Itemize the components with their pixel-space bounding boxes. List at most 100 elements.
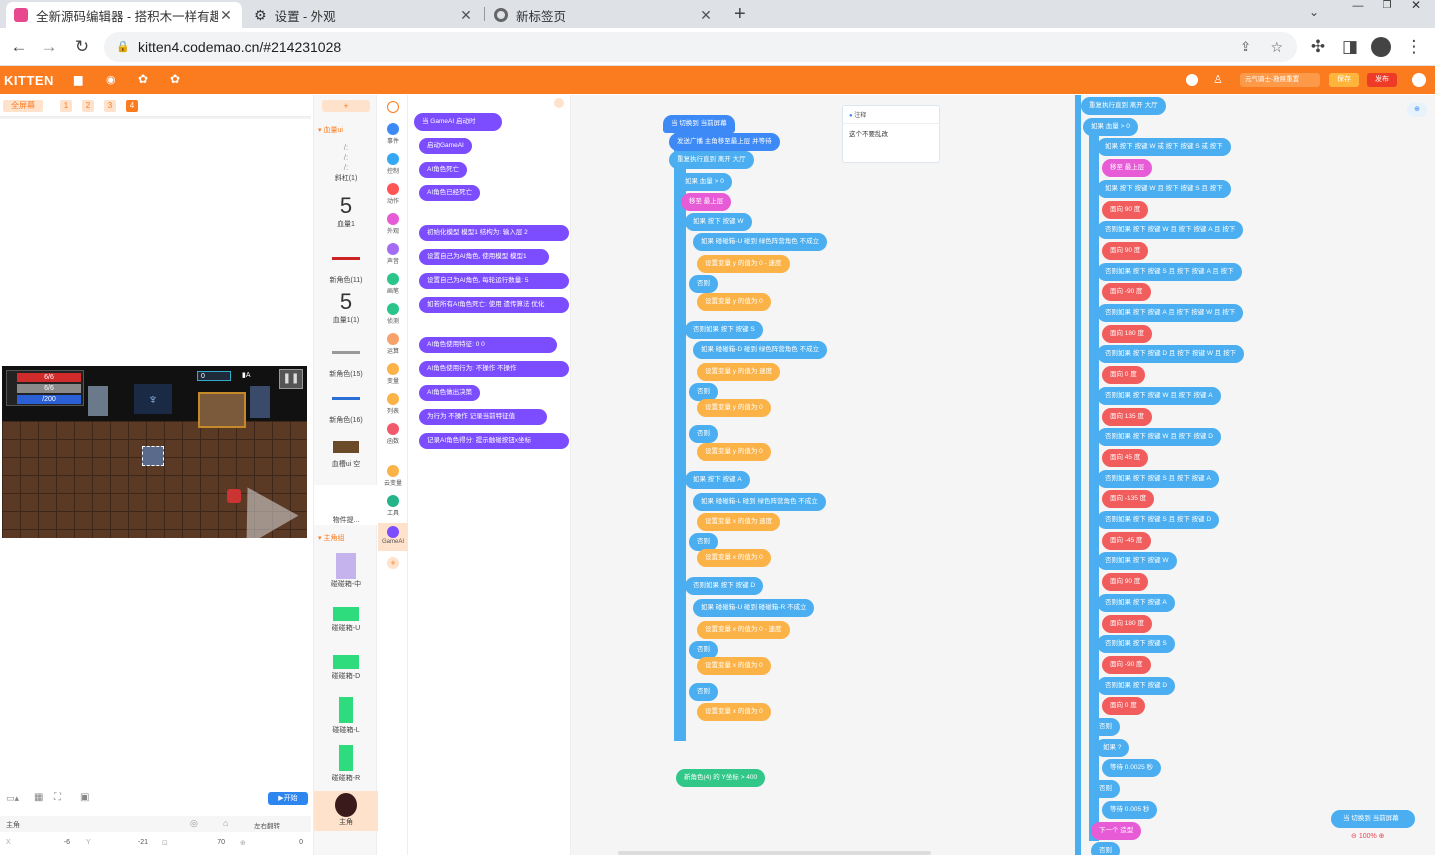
palette-block[interactable]: 设置自己为AI角色, 每轮运行数量: 5 [419, 273, 569, 289]
category-functions[interactable]: 函数 [378, 423, 408, 445]
category-event[interactable]: 事件 [378, 123, 408, 145]
expand-icon[interactable]: ⛶ [54, 792, 61, 803]
palette-block[interactable]: 为行为 不操作 记录当前特征值 [419, 409, 547, 425]
code-block[interactable]: 设置变量 y 的值为 0 [697, 399, 771, 417]
tab-settings[interactable]: ⚙ 设置 - 外观 ✕ [246, 2, 482, 28]
extensions-icon[interactable]: ✣ [1307, 36, 1329, 58]
sprite-item[interactable]: 碰碰箱-U [314, 607, 378, 633]
code-block[interactable]: 面向 0 度 [1102, 697, 1145, 716]
code-block[interactable]: 如果 碰碰箱-D 碰到 绿色阵营角色 不成立 [693, 341, 828, 359]
group-header[interactable]: ▾ 血量ui [314, 125, 378, 135]
workspace-search-icon[interactable]: ⊕ [1407, 103, 1427, 117]
category-control[interactable]: 控制 [378, 153, 408, 175]
category-sound[interactable]: 声音 [378, 243, 408, 265]
palette-block[interactable]: AI角色使用行为: 不操作 不操作 [419, 361, 569, 377]
back-icon[interactable]: ← [8, 36, 30, 58]
category-pen[interactable]: 画笔 [378, 273, 408, 295]
code-block[interactable]: 否则如果 按下 按键 S [1097, 635, 1175, 654]
category-motion[interactable]: 动作 [378, 183, 408, 205]
menu-icon[interactable]: ⋮ [1403, 36, 1425, 58]
tab-editor[interactable]: 全新源码编辑器 - 搭积木一样有趣 ✕ [6, 2, 242, 28]
code-block[interactable]: 面向 0 度 [1102, 366, 1145, 385]
sprite-item[interactable]: 新角色(11) [314, 251, 378, 285]
palette-collapse-icon[interactable] [554, 98, 564, 108]
scene-tab-3[interactable]: 3 [104, 100, 116, 112]
category-operators[interactable]: 运算 [378, 333, 408, 355]
scene-tab-2[interactable]: 2 [82, 100, 94, 112]
code-block[interactable]: 设置变量 x 的值为 0 [697, 657, 771, 675]
pause-icon[interactable]: ❚❚ [279, 369, 303, 389]
code-block[interactable]: 如果 按下 按键 W 且 按下 按键 S 且 按下 [1097, 179, 1231, 198]
sprite-item[interactable]: 碰碰箱-L [314, 697, 378, 735]
category-lists[interactable]: 列表 [378, 393, 408, 415]
horizontal-scrollbar[interactable] [618, 851, 931, 855]
x-field[interactable]: -6 [50, 839, 70, 846]
code-block[interactable]: 如果 ? [1095, 738, 1130, 757]
publish-button[interactable]: 发布 [1367, 73, 1397, 87]
code-block[interactable]: 面向 135 度 [1102, 407, 1152, 426]
palette-block[interactable]: 如若所有AI角色死亡: 使用 遗传算法 优化 [419, 297, 569, 313]
code-block[interactable]: 否则如果 按下 按键 D [1097, 676, 1176, 695]
code-block[interactable]: 设置变量 x 的值为 0 [697, 703, 771, 721]
category-looks[interactable]: 外观 [378, 213, 408, 235]
code-block[interactable]: 否则如果 按下 按键 A 且 按下 按键 W 且 按下 [1097, 304, 1244, 322]
add-sprite-button[interactable]: + [322, 100, 370, 112]
code-block[interactable]: 如果 按下 按键 A [685, 471, 750, 489]
tools-icon[interactable]: ✿ [138, 72, 148, 86]
sprite-item[interactable]: 碰碰箱-R [314, 745, 378, 783]
palette-block[interactable]: AI角色做出决策 [419, 385, 481, 401]
camera-icon[interactable]: ▭▴ [6, 793, 19, 804]
y-field[interactable]: -21 [128, 839, 148, 846]
category-cloud-variables[interactable]: 云变量 [378, 465, 408, 487]
code-block[interactable]: 否则如果 按下 按键 W 且 按下 按键 D [1097, 428, 1221, 447]
sprite-item[interactable]: 血槽ui 空 [314, 439, 378, 469]
code-block[interactable]: 移至 最上层 [681, 193, 732, 211]
collab-icon[interactable]: ♙ [1213, 73, 1223, 86]
palette-block[interactable]: 记录AI角色得分: 提示触碰按钮x坐标 [419, 433, 569, 449]
category-variables[interactable]: 变量 [378, 363, 408, 385]
game-stage[interactable]: 6/6 6/6 /200 0 ▮A ❚❚ ♆ [2, 366, 307, 538]
user-icon[interactable] [1186, 74, 1198, 86]
search-icon[interactable] [378, 101, 408, 114]
close-icon[interactable]: ✕ [218, 7, 234, 24]
sprite-item[interactable]: 碰碰箱-D [314, 655, 378, 681]
code-workspace[interactable]: 当 切换到 当前屏幕 发送广播 主角移至最上层 并等待 重复执行直到 离开 大厅 如果… [571, 95, 1435, 855]
code-block[interactable]: 如果 碰碰箱-U 碰到 绿色阵营角色 不成立 [693, 233, 828, 251]
code-block[interactable]: 设置变量 y 的值为 0 [697, 293, 771, 311]
code-block[interactable]: 面向 180 度 [1102, 324, 1152, 343]
comment-box[interactable]: ● 注释 这个不要乱改 [842, 105, 940, 163]
scene-tab-1[interactable]: 1 [60, 100, 72, 112]
lock-icon[interactable]: ⌂ [223, 818, 228, 828]
group-header[interactable]: ▾ 主角组 [314, 533, 378, 543]
sprite-item[interactable]: 5 血量1(1) [314, 289, 378, 325]
code-block[interactable]: 设置变量 y 的值为 0 [697, 443, 771, 461]
code-block[interactable]: 设置变量 y 的值为 速度 [697, 363, 781, 381]
code-block[interactable]: 等待 0.005 秒 [1102, 800, 1158, 819]
sprite-item[interactable]: 新角色(15) [314, 345, 378, 379]
code-block[interactable]: 否则 [1091, 842, 1120, 855]
sprite-item[interactable]: 物件提... [314, 485, 378, 525]
eye-icon[interactable]: ◎ [190, 818, 198, 829]
code-block[interactable]: 面向 180 度 [1102, 614, 1152, 633]
grid-icon[interactable]: ▦ [34, 792, 43, 803]
sprite-name-field[interactable]: 主角 [6, 820, 20, 830]
size-field[interactable]: 70 [205, 839, 225, 846]
code-block[interactable]: 否则如果 按下 按键 D 且 按下 按键 W 且 按下 [1097, 345, 1245, 364]
scene-tab-4[interactable]: 4 [126, 100, 138, 112]
code-block[interactable]: 发送广播 主角移至最上层 并等待 [669, 133, 780, 151]
profile-avatar-icon[interactable] [1371, 37, 1391, 57]
window-close-icon[interactable]: ✕ [1401, 0, 1431, 12]
code-block[interactable]: 面向 -90 度 [1102, 283, 1151, 302]
category-sensing[interactable]: 侦测 [378, 303, 408, 325]
share-icon[interactable]: ⇪ [1240, 32, 1251, 62]
screenshot-icon[interactable]: ▣ [80, 792, 89, 803]
project-title-field[interactable]: 元气骑士-救赎重置 [1240, 73, 1320, 87]
minimize-icon[interactable]: — [1343, 0, 1373, 12]
code-block[interactable]: 否则如果 按下 按键 W 且 按下 按键 A 且 按下 [1097, 221, 1244, 240]
code-block[interactable]: 如果 碰碰箱-L 碰到 绿色阵营角色 不成立 [693, 493, 826, 511]
event-block-switch-screen[interactable]: 当 切换到 当前屏幕 [1331, 810, 1415, 828]
code-block[interactable]: 设置变量 y 的值为 0 - 速度 [697, 255, 790, 273]
palette-block[interactable]: 启动GameAI [419, 138, 472, 154]
code-block[interactable]: 面向 -90 度 [1102, 655, 1151, 674]
new-tab-icon[interactable]: + [734, 3, 746, 26]
